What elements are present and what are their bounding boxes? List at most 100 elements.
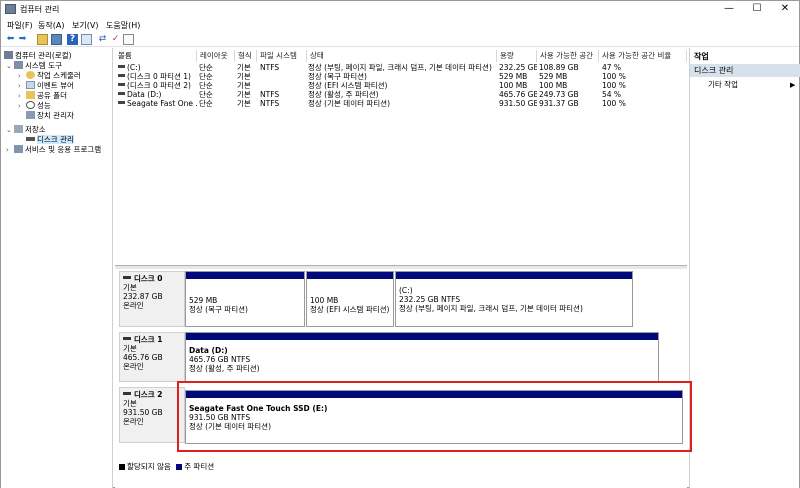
column-header-layout[interactable]: 레이아웃 xyxy=(197,50,235,62)
back-arrow-icon[interactable]: ⬅ xyxy=(5,34,16,45)
show-hide-tree-icon[interactable] xyxy=(51,34,62,45)
disk-icon xyxy=(26,137,35,141)
table-row[interactable]: Data (D:) 단순 기본 NTFS 정상 (활성, 주 파티션) 465.… xyxy=(115,90,687,99)
maximize-button[interactable]: ☐ xyxy=(743,1,771,18)
partition-disk0-efi[interactable]: 100 MB 정상 (EFI 시스템 파티션) xyxy=(306,271,394,327)
tree-item-root[interactable]: 컴퓨터 관리(로컬) xyxy=(4,51,72,61)
close-button[interactable]: ✕ xyxy=(771,1,799,18)
column-header-status[interactable]: 상태 xyxy=(307,50,497,62)
menu-view[interactable]: 보기(V) xyxy=(72,20,98,31)
actions-section-disk-management[interactable]: 디스크 관리 xyxy=(690,64,800,77)
chevron-down-icon[interactable]: ⌄ xyxy=(6,125,12,135)
volume-icon xyxy=(118,92,125,95)
navigation-tree: 컴퓨터 관리(로컬) ⌄ 시스템 도구 › 작업 스케줄러 › 이벤트 뷰어 ›… xyxy=(1,48,113,488)
volume-icon xyxy=(118,65,125,68)
check-icon[interactable]: ✓ xyxy=(110,34,121,45)
volume-free: 100 MB xyxy=(539,81,568,90)
volume-icon xyxy=(118,101,125,104)
legend: 할당되지 않음 주 파티션 xyxy=(119,462,214,471)
menu-help[interactable]: 도움말(H) xyxy=(106,20,140,31)
tree-item-storage[interactable]: 저장소 xyxy=(14,125,46,135)
disk-kind: 기본 xyxy=(123,344,137,353)
folder-icon xyxy=(26,91,35,99)
chevron-right-icon[interactable]: › xyxy=(6,145,9,155)
volume-name: Seagate Fast One ... xyxy=(127,99,197,108)
volume-layout: 단순 xyxy=(199,72,213,81)
table-row[interactable]: (디스크 0 파티션 2) 단순 기본 정상 (EFI 시스템 파티션) 100… xyxy=(115,81,687,90)
connect-icon[interactable]: ⇄ xyxy=(97,34,108,45)
volume-free-percent: 100 % xyxy=(602,99,626,108)
partition-disk1-d[interactable]: Data (D:) 465.76 GB NTFS 정상 (활성, 주 파티션) xyxy=(185,332,659,382)
event-viewer-icon xyxy=(26,81,35,89)
tree-item-performance[interactable]: 성능 xyxy=(26,101,51,111)
volume-free: 249.73 GB xyxy=(539,90,579,99)
table-row[interactable]: (디스크 0 파티션 1) 단순 기본 정상 (복구 파티션) 529 MB 5… xyxy=(115,72,687,81)
menu-action[interactable]: 동작(A) xyxy=(38,20,64,31)
column-header-type[interactable]: 형식 xyxy=(235,50,257,62)
partition-disk0-c[interactable]: (C:) 232.25 GB NTFS 정상 (부팅, 페이지 파일, 크래시 … xyxy=(395,271,633,327)
chevron-right-icon[interactable]: › xyxy=(18,71,21,81)
disk-state: 온라인 xyxy=(123,417,144,426)
help-icon[interactable]: ? xyxy=(67,34,78,45)
tree-item-disk-management[interactable]: 디스크 관리 xyxy=(26,135,74,145)
partition-disk0-recovery[interactable]: 529 MB 정상 (복구 파티션) xyxy=(185,271,305,327)
volume-capacity: 931.50 GB xyxy=(499,99,537,108)
partition-status: 정상 (EFI 시스템 파티션) xyxy=(310,305,390,314)
tree-item-device-manager[interactable]: 장치 관리자 xyxy=(26,111,74,121)
tree-item-task-scheduler[interactable]: 작업 스케줄러 xyxy=(26,71,81,81)
tree-item-shared-folders[interactable]: 공유 폴더 xyxy=(26,91,67,101)
chevron-down-icon[interactable]: ⌄ xyxy=(6,61,12,71)
volume-status: 정상 (활성, 주 파티션) xyxy=(308,90,379,99)
export-icon[interactable] xyxy=(123,34,134,45)
chevron-right-icon[interactable]: ▶ xyxy=(790,80,795,90)
actions-pane: 작업 디스크 관리 기타 작업 ▶ xyxy=(689,48,800,488)
tools-icon xyxy=(14,61,23,69)
volume-name: (디스크 0 파티션 1) xyxy=(127,72,191,81)
volume-layout: 단순 xyxy=(199,90,213,99)
volume-capacity: 465.76 GB xyxy=(499,90,537,99)
column-header-volume[interactable]: 볼륨 xyxy=(115,50,197,62)
properties-icon[interactable] xyxy=(81,34,92,45)
actions-header: 작업 xyxy=(694,52,709,61)
primary-partition-bar xyxy=(186,272,304,279)
primary-partition-bar xyxy=(396,272,632,279)
column-header-filesystem[interactable]: 파일 시스템 xyxy=(257,50,307,62)
partition-status: 정상 (복구 파티션) xyxy=(189,305,248,314)
column-header-free-space[interactable]: 사용 가능한 공간 xyxy=(537,50,599,62)
chevron-right-icon[interactable]: › xyxy=(18,91,21,101)
volume-free-percent: 47 % xyxy=(602,63,622,72)
chevron-right-icon[interactable]: › xyxy=(18,81,21,91)
tree-item-services[interactable]: 서비스 및 응용 프로그램 xyxy=(14,145,101,155)
disk-1-header[interactable]: 디스크 1 기본 465.76 GB 온라인 xyxy=(119,332,185,382)
minimize-button[interactable]: — xyxy=(715,1,743,18)
disk-icon xyxy=(123,337,131,340)
chevron-right-icon[interactable]: › xyxy=(18,101,21,111)
volume-free: 529 MB xyxy=(539,72,568,81)
partition-size: 465.76 GB NTFS xyxy=(189,355,251,364)
disk-2-header[interactable]: 디스크 2 기본 931.50 GB 온라인 xyxy=(119,387,185,443)
volume-fs: NTFS xyxy=(260,99,280,108)
up-folder-icon[interactable] xyxy=(37,34,48,45)
table-row[interactable]: Seagate Fast One ... 단순 기본 NTFS 정상 (기본 데… xyxy=(115,99,687,108)
volume-type: 기본 xyxy=(237,81,251,90)
column-header-capacity[interactable]: 용량 xyxy=(497,50,537,62)
disk-0-header[interactable]: 디스크 0 기본 232.87 GB 온라인 xyxy=(119,271,185,327)
disk-name: 디스크 1 xyxy=(134,335,163,344)
device-manager-icon xyxy=(26,111,35,119)
partition-disk2-e[interactable]: Seagate Fast One Touch SSD (E:) 931.50 G… xyxy=(185,390,683,444)
tree-item-event-viewer[interactable]: 이벤트 뷰어 xyxy=(26,81,74,91)
volume-type: 기본 xyxy=(237,72,251,81)
table-row[interactable]: (C:) 단순 기본 NTFS 정상 (부팅, 페이지 파일, 크래시 덤프, … xyxy=(115,63,687,72)
disk-kind: 기본 xyxy=(123,283,137,292)
column-header-free-percent[interactable]: 사용 가능한 공간 비율 xyxy=(599,50,687,62)
menu-file[interactable]: 파일(F) xyxy=(7,20,33,31)
partition-size: 232.25 GB NTFS xyxy=(399,295,461,304)
storage-icon xyxy=(14,125,23,133)
forward-arrow-icon[interactable]: ➡ xyxy=(17,34,28,45)
partition-status: 정상 (활성, 주 파티션) xyxy=(189,364,260,373)
tree-item-system-tools[interactable]: 시스템 도구 xyxy=(14,61,62,71)
action-more-actions[interactable]: 기타 작업 xyxy=(708,80,738,90)
partition-size: 529 MB xyxy=(189,296,218,305)
primary-partition-bar xyxy=(186,391,682,398)
window-title: 컴퓨터 관리 xyxy=(20,5,60,14)
